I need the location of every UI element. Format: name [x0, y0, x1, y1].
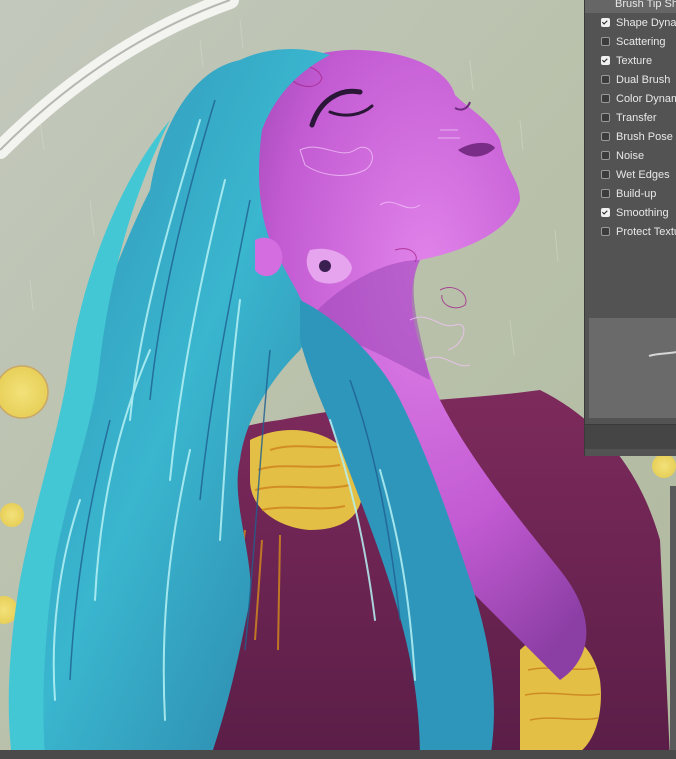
checkbox-icon[interactable]	[601, 151, 610, 160]
brush-stroke-preview-graphic	[648, 351, 676, 357]
brush-option-dual-brush[interactable]: Dual Brush	[585, 70, 676, 89]
brush-settings-panel: Brush Tip Shape Shape Dynamics Scatterin…	[584, 0, 676, 456]
checkbox-icon[interactable]	[601, 37, 610, 46]
side-panel-edge	[670, 486, 676, 759]
document-canvas[interactable]	[0, 0, 676, 759]
brush-option-texture[interactable]: Texture	[585, 51, 676, 70]
checkbox-icon[interactable]	[601, 94, 610, 103]
brush-option-color-dynamics[interactable]: Color Dynamics	[585, 89, 676, 108]
brush-option-wet-edges[interactable]: Wet Edges	[585, 165, 676, 184]
brush-option-transfer[interactable]: Transfer	[585, 108, 676, 127]
brush-option-scattering[interactable]: Scattering	[585, 32, 676, 51]
brush-option-noise[interactable]: Noise	[585, 146, 676, 165]
brush-stroke-preview	[589, 318, 676, 418]
brush-option-smoothing[interactable]: Smoothing	[585, 203, 676, 222]
checkbox-icon[interactable]	[601, 113, 610, 122]
glow-orb	[652, 454, 676, 478]
brush-option-build-up[interactable]: Build-up	[585, 184, 676, 203]
brush-option-protect-texture[interactable]: Protect Texture	[585, 222, 676, 241]
horizontal-scrollbar[interactable]	[0, 750, 676, 759]
checkbox-icon[interactable]	[601, 170, 610, 179]
glow-orb	[0, 503, 24, 527]
checkbox-icon[interactable]	[601, 56, 610, 65]
checkbox-icon[interactable]	[601, 189, 610, 198]
panel-footer	[585, 424, 676, 449]
glow-orb	[0, 365, 49, 419]
checkbox-icon[interactable]	[601, 75, 610, 84]
artwork-painting	[0, 0, 676, 759]
brush-option-shape-dynamics[interactable]: Shape Dynamics	[585, 13, 676, 32]
checkbox-icon[interactable]	[601, 18, 610, 27]
checkbox-icon[interactable]	[601, 208, 610, 217]
checkbox-icon[interactable]	[601, 227, 610, 236]
checkbox-icon[interactable]	[601, 132, 610, 141]
brush-option-brush-pose[interactable]: Brush Pose	[585, 127, 676, 146]
brush-option-brush-tip-shape[interactable]: Brush Tip Shape	[585, 0, 676, 13]
